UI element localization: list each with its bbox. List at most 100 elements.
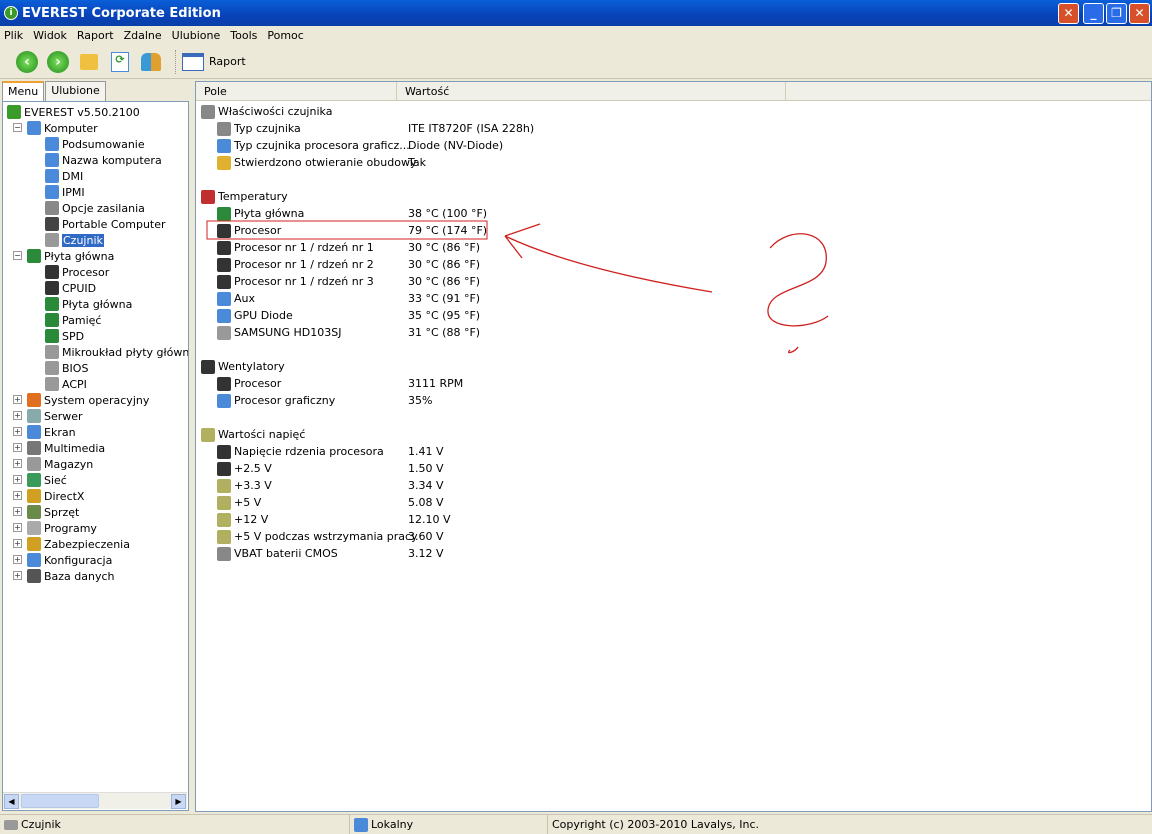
list-row[interactable]: GPU Diode 35 °C (95 °F)	[217, 307, 817, 324]
menu-widok[interactable]: Widok	[33, 29, 67, 42]
tree-item[interactable]: Konfiguracja	[27, 552, 112, 568]
up-button[interactable]	[76, 49, 102, 75]
tree-item[interactable]: Programy	[27, 520, 97, 536]
tab-menu[interactable]: Menu	[2, 81, 45, 101]
tree-item[interactable]: Multimedia	[27, 440, 105, 456]
expand-toggle[interactable]: +	[13, 427, 22, 436]
expand-toggle[interactable]: +	[13, 411, 22, 420]
list-row[interactable]: Aux 33 °C (91 °F)	[217, 290, 817, 307]
forward-button[interactable]: ›	[45, 49, 71, 75]
tree-item[interactable]: Portable Computer	[45, 216, 166, 232]
field-value: 30 °C (86 °F)	[408, 275, 481, 288]
expand-toggle[interactable]: −	[13, 123, 22, 132]
tree-item[interactable]: Mikroukład płyty głównej	[45, 344, 188, 360]
list-row[interactable]: +5 V podczas wstrzymania pracy 3.60 V	[217, 528, 817, 545]
refresh-button[interactable]: ⟳	[107, 49, 133, 75]
maximize-button[interactable]: ❐	[1106, 3, 1127, 24]
menu-pomoc[interactable]: Pomoc	[267, 29, 303, 42]
tree-item[interactable]: Procesor	[45, 264, 109, 280]
tree-item[interactable]: BIOS	[45, 360, 88, 376]
tree-horizontal-scrollbar[interactable]: ◀ ▶	[3, 792, 187, 809]
row-icon	[217, 512, 231, 527]
expand-toggle[interactable]: +	[13, 523, 22, 532]
list-row[interactable]: Procesor 3111 RPM	[217, 375, 817, 392]
tree-item[interactable]: Zabezpieczenia	[27, 536, 130, 552]
tree-item[interactable]: EVEREST v5.50.2100	[7, 104, 140, 120]
list-row[interactable]: Procesor 79 °C (174 °F)	[217, 222, 817, 239]
list-row[interactable]: Procesor graficzny 35%	[217, 392, 817, 409]
list-row[interactable]: Typ czujnika procesora graficz... Diode (…	[217, 137, 817, 154]
back-button[interactable]: ‹	[14, 49, 40, 75]
tree-item[interactable]: Magazyn	[27, 456, 93, 472]
tree-item[interactable]: Płyta główna	[27, 248, 114, 264]
tree-item[interactable]: ACPI	[45, 376, 87, 392]
group-header[interactable]: Wentylatory	[201, 358, 801, 375]
expand-toggle[interactable]: +	[13, 491, 22, 500]
group-header[interactable]: Wartości napięć	[201, 426, 801, 443]
menu-ulubione[interactable]: Ulubione	[172, 29, 221, 42]
tree-item[interactable]: Komputer	[27, 120, 98, 136]
column-pole[interactable]: Pole	[196, 82, 397, 100]
tree-item[interactable]: Sprzęt	[27, 504, 79, 520]
tree-item-label: Konfiguracja	[44, 553, 113, 567]
menu-zdalne[interactable]: Zdalne	[124, 29, 162, 42]
menu-tools[interactable]: Tools	[230, 29, 257, 42]
list-row[interactable]: Napięcie rdzenia procesora 1.41 V	[217, 443, 817, 460]
scrollbar-thumb[interactable]	[21, 794, 99, 808]
users-button[interactable]	[138, 49, 164, 75]
tree-item[interactable]: IPMI	[45, 184, 85, 200]
list-row[interactable]: Płyta główna 38 °C (100 °F)	[217, 205, 817, 222]
tree-item[interactable]: Nazwa komputera	[45, 152, 162, 168]
tree-item[interactable]: Podsumowanie	[45, 136, 145, 152]
expand-toggle[interactable]: +	[13, 571, 22, 580]
tree-item[interactable]: Sieć	[27, 472, 67, 488]
menu-raport[interactable]: Raport	[77, 29, 114, 42]
tree-item[interactable]: Baza danych	[27, 568, 115, 584]
expand-toggle[interactable]: +	[13, 395, 22, 404]
list-row[interactable]: +12 V 12.10 V	[217, 511, 817, 528]
tree-item[interactable]: SPD	[45, 328, 84, 344]
help-close-button[interactable]: ✕	[1058, 3, 1079, 24]
expand-toggle[interactable]: −	[13, 251, 22, 260]
scroll-right-button[interactable]: ▶	[171, 794, 186, 809]
list-row[interactable]: VBAT baterii CMOS 3.12 V	[217, 545, 817, 562]
details-list[interactable]: Pole Wartość Właściwości czujnika Typ czu…	[195, 81, 1152, 812]
tree-item[interactable]: Ekran	[27, 424, 76, 440]
expand-toggle[interactable]: +	[13, 475, 22, 484]
list-row[interactable]: +5 V 5.08 V	[217, 494, 817, 511]
tree-item-label: Ekran	[44, 425, 76, 439]
menu-plik[interactable]: Plik	[4, 29, 23, 42]
list-row[interactable]: +2.5 V 1.50 V	[217, 460, 817, 477]
list-row[interactable]: Procesor nr 1 / rdzeń nr 1 30 °C (86 °F)	[217, 239, 817, 256]
list-row[interactable]: Procesor nr 1 / rdzeń nr 3 30 °C (86 °F)	[217, 273, 817, 290]
list-row[interactable]: Typ czujnika ITE IT8720F (ISA 228h)	[217, 120, 817, 137]
tab-ulubione[interactable]: Ulubione	[45, 81, 106, 101]
list-row[interactable]: Procesor nr 1 / rdzeń nr 2 30 °C (86 °F)	[217, 256, 817, 273]
expand-toggle[interactable]: +	[13, 555, 22, 564]
expand-toggle[interactable]: +	[13, 459, 22, 468]
column-wartosc[interactable]: Wartość	[397, 82, 786, 100]
tree-item[interactable]: System operacyjny	[27, 392, 149, 408]
navigation-tree[interactable]: EVEREST v5.50.2100− Komputer Podsumowanie N…	[2, 101, 189, 811]
tree-item[interactable]: CPUID	[45, 280, 96, 296]
tree-item[interactable]: Czujnik	[45, 232, 104, 248]
tree-item[interactable]: DirectX	[27, 488, 84, 504]
expand-toggle[interactable]: +	[13, 443, 22, 452]
group-header[interactable]: Właściwości czujnika	[201, 103, 801, 120]
list-row[interactable]: Stwierdzono otwieranie obudowy Tak	[217, 154, 817, 171]
group-header[interactable]: Temperatury	[201, 188, 801, 205]
list-row[interactable]: +3.3 V 3.34 V	[217, 477, 817, 494]
tree-item[interactable]: Serwer	[27, 408, 83, 424]
tree-item[interactable]: DMI	[45, 168, 83, 184]
scroll-left-button[interactable]: ◀	[4, 794, 19, 809]
report-button[interactable]: Raport	[182, 52, 246, 71]
expand-toggle[interactable]: +	[13, 507, 22, 516]
tree-item[interactable]: Opcje zasilania	[45, 200, 145, 216]
close-button[interactable]: ✕	[1129, 3, 1150, 24]
tree-item-label: Pamięć	[62, 313, 102, 327]
expand-toggle[interactable]: +	[13, 539, 22, 548]
list-row[interactable]: SAMSUNG HD103SJ 31 °C (88 °F)	[217, 324, 817, 341]
tree-item[interactable]: Płyta główna	[45, 296, 132, 312]
tree-item[interactable]: Pamięć	[45, 312, 101, 328]
minimize-button[interactable]: _	[1083, 3, 1104, 24]
